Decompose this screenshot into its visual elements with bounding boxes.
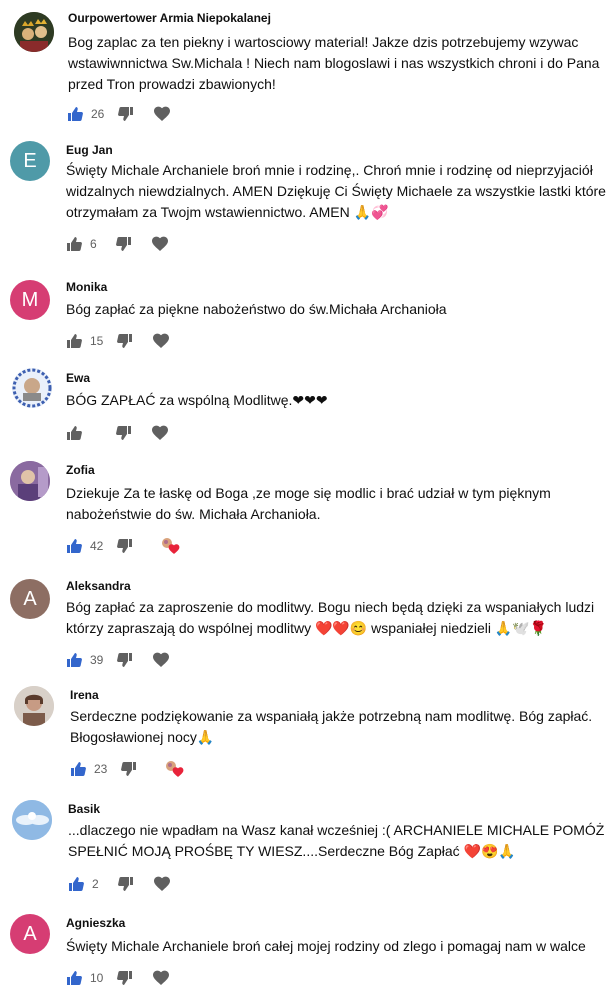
avatar[interactable] — [12, 368, 52, 408]
comment-actions: 2 — [68, 874, 170, 894]
angel-sky-avatar — [12, 800, 52, 840]
heart-icon[interactable] — [153, 970, 170, 986]
comment-text: Bog zaplac za ten piekny i wartosciowy m… — [68, 34, 600, 92]
like-count: 6 — [90, 237, 97, 251]
like-icon[interactable] — [68, 876, 84, 892]
comment-actions: 42 — [66, 536, 181, 556]
comment-text: Bóg zapłać za piękne nabożeństwo do św.M… — [66, 301, 447, 317]
comment-actions: 23 — [70, 759, 185, 779]
woman-photo-avatar — [14, 686, 54, 726]
like-count: 23 — [94, 762, 108, 776]
like-icon[interactable] — [70, 761, 86, 777]
comment-actions: 15 — [66, 331, 170, 351]
avatar[interactable]: A — [10, 579, 50, 619]
crowned-figures-avatar — [14, 12, 54, 52]
comment-text: Serdeczne podziękowanie za wspaniałą jak… — [70, 708, 593, 745]
comment-author[interactable]: Irena — [70, 688, 99, 702]
comment-author[interactable]: Monika — [66, 280, 107, 294]
like-icon[interactable] — [67, 106, 83, 122]
comment-text: Bóg zapłać za zaproszenie do modlitwy. B… — [66, 599, 595, 636]
like-icon[interactable] — [66, 538, 82, 554]
dislike-icon[interactable] — [117, 538, 133, 554]
like-icon[interactable] — [66, 970, 82, 986]
like-icon[interactable] — [66, 425, 82, 441]
like-count: 26 — [91, 107, 105, 121]
comment-author[interactable]: Aleksandra — [66, 579, 131, 593]
lace-portrait-avatar — [12, 368, 52, 408]
dislike-icon[interactable] — [117, 333, 133, 349]
heart-icon[interactable] — [152, 236, 168, 252]
heart-icon[interactable] — [154, 876, 170, 892]
like-count: 15 — [90, 334, 104, 348]
comment-text: BÓG ZAPŁAĆ za wspólną Modlitwę.❤❤❤ — [66, 392, 328, 408]
comment-text: ...dlaczego nie wpadłam na Wasz kanał wc… — [68, 822, 605, 859]
like-count: 42 — [90, 539, 104, 553]
avatar[interactable] — [10, 461, 50, 501]
like-count: 39 — [90, 653, 104, 667]
heart-icon[interactable] — [153, 333, 170, 349]
dislike-icon[interactable] — [118, 876, 134, 892]
comment-actions: 39 — [66, 650, 170, 670]
avatar[interactable]: E — [10, 141, 50, 181]
heart-icon[interactable] — [152, 425, 168, 441]
comment-actions: 10 — [66, 968, 170, 988]
dislike-icon[interactable] — [118, 106, 134, 122]
heart-icon[interactable] — [153, 652, 170, 668]
comment-author[interactable]: Ourpowertower Armia Niepokalanej — [68, 11, 271, 25]
comment-author[interactable]: Basik — [68, 802, 100, 816]
like-count: 2 — [92, 877, 99, 891]
purple-photo-avatar — [10, 461, 50, 501]
comment-text: Dziekuje Za te łaskę od Boga ,ze moge si… — [66, 485, 551, 522]
comment-text: Święty Michale Archaniele broń całej moj… — [66, 938, 586, 954]
like-count: 10 — [90, 971, 104, 985]
avatar[interactable] — [12, 800, 52, 840]
avatar[interactable]: A — [10, 914, 50, 954]
avatar[interactable] — [14, 12, 54, 52]
like-icon[interactable] — [66, 236, 82, 252]
comment-actions: 26 — [67, 104, 171, 124]
comment-text: Święty Michale Archaniele broń mnie i ro… — [66, 162, 606, 220]
comment-author[interactable]: Zofia — [66, 463, 95, 477]
heart-icon[interactable] — [154, 106, 171, 122]
comment-author[interactable]: Ewa — [66, 371, 90, 385]
comment-actions — [66, 423, 168, 443]
dislike-icon[interactable] — [117, 652, 133, 668]
creator-heart-icon — [162, 538, 180, 554]
comment-author[interactable]: Agnieszka — [66, 916, 125, 930]
comment-actions: 6 — [66, 234, 168, 254]
avatar[interactable]: M — [10, 280, 50, 320]
dislike-icon[interactable] — [117, 970, 133, 986]
dislike-icon[interactable] — [116, 236, 132, 252]
like-icon[interactable] — [66, 333, 82, 349]
like-icon[interactable] — [66, 652, 82, 668]
dislike-icon[interactable] — [116, 425, 132, 441]
dislike-icon[interactable] — [121, 761, 137, 777]
avatar[interactable] — [14, 686, 54, 726]
creator-heart-icon — [166, 761, 184, 777]
comment-author[interactable]: Eug Jan — [66, 143, 113, 157]
